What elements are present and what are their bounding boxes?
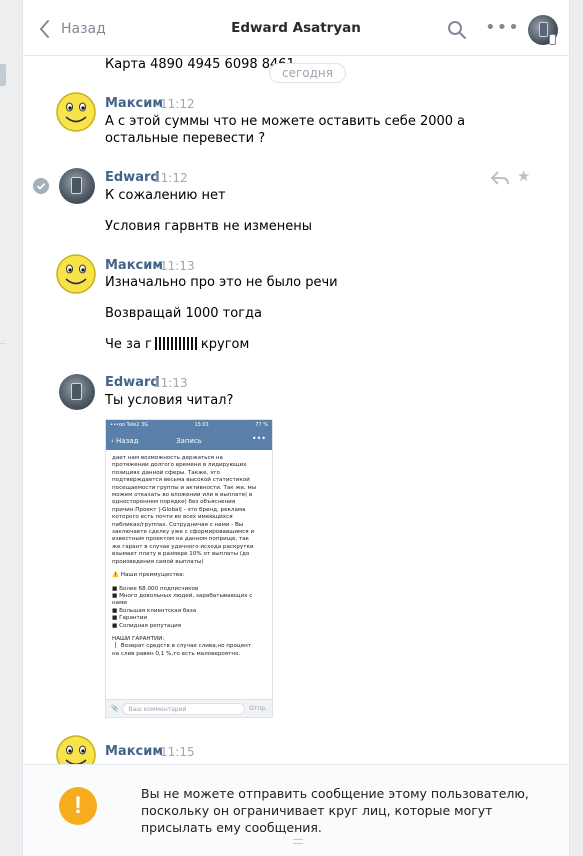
message-text: Возвращай 1000 тогда: [105, 306, 262, 321]
blocked-notice-text: Вы не можете отправить сообщение этому п…: [141, 786, 529, 835]
chat-header: Назад Edward Asatryan •••: [23, 0, 569, 56]
phone-send-label: Отпр.: [249, 705, 267, 712]
post-line: ■ Много довольных людей, зарабатывающих …: [112, 592, 253, 599]
message-text: остальные перевести ?: [105, 131, 266, 146]
post-line: же гарант в случае удачного исхода раскр…: [112, 543, 254, 550]
post-line: известным проектом на данном поприще, та…: [112, 536, 250, 543]
phone-comment-bar: 📎 Ваш комментарий Отпр.: [106, 699, 272, 717]
message-author[interactable]: Edward: [105, 375, 160, 390]
phone-back: ‹ Назад: [111, 436, 139, 445]
message-time[interactable]: 11:12: [160, 97, 195, 111]
message-time[interactable]: 11:13: [153, 376, 188, 390]
message-text-before: Че за г: [105, 337, 152, 352]
previous-message-text: Карта 4890 4945 6098 8461: [105, 57, 295, 72]
post-line: дает нам возможность держаться на: [112, 455, 223, 461]
composer-blocked-notice: ! Вы не можете отправить сообщение этому…: [23, 764, 569, 856]
post-line: ❗ Возврат средств в случае слива,но проц…: [112, 643, 252, 650]
paperclip-icon: 📎: [111, 705, 119, 712]
message-time[interactable]: 11:13: [160, 259, 195, 273]
post-line: ■ Гарантии: [112, 615, 148, 622]
status-battery: 77 %: [255, 422, 268, 428]
post-paragraph: дает нам возможность держаться на протяже…: [112, 455, 266, 566]
post-line: произведения самой выплаты): [112, 558, 204, 565]
post-line: взымает плату в размере 10% от выплаты (…: [112, 551, 250, 558]
resize-handle[interactable]: [293, 839, 303, 844]
message-text-after: кругом: [200, 337, 250, 352]
post-line: можем отказать во вложении или в выплате…: [112, 492, 253, 499]
post-line: на слив равен 0,1 %,то есть маловероятно…: [112, 650, 241, 657]
sidebar-scroll-marker: [0, 64, 6, 86]
date-divider: сегодня: [269, 63, 346, 83]
message-text: Условия гарвнтв не изменены: [105, 219, 313, 234]
post-line: пабликах/группах. Сотрудничая с нами - В…: [112, 521, 244, 528]
post-line: протяжении долгого времени в лидирующих: [112, 462, 247, 469]
status-time: 15:01: [194, 422, 209, 428]
post-line: посещаемости группы и активности. Так же…: [112, 484, 257, 491]
censor-bar: [154, 337, 197, 350]
phone-glyph: [71, 177, 82, 194]
user-avatar[interactable]: [59, 374, 95, 410]
phone-glyph: [71, 383, 82, 400]
more-options-icon[interactable]: •••: [485, 19, 520, 37]
post-line: заключаете сделку уже с сформировавшимся…: [112, 529, 255, 536]
censored-message-text: Че за г кругом: [105, 336, 249, 353]
post-line: нами: [112, 600, 127, 607]
message-text: Ты условия читал?: [105, 393, 234, 408]
smiley-avatar[interactable]: [55, 253, 97, 295]
warning-icon: !: [59, 787, 97, 825]
message-time[interactable]: 11:15: [160, 745, 195, 759]
phone-comment-input: Ваш комментарий: [122, 702, 246, 715]
checkmark-circle-icon[interactable]: [33, 178, 49, 194]
advantages-title: ⚠️ Наши преимущества:: [112, 572, 185, 579]
message-author[interactable]: Максим: [105, 96, 163, 111]
phone-glyph: [539, 22, 548, 37]
user-avatar[interactable]: [59, 168, 95, 204]
message-text: К сожалению нет: [105, 188, 226, 203]
status-carrier: •••oo Tele2 3G: [110, 422, 149, 428]
message-author[interactable]: Максим: [105, 258, 163, 273]
star-icon[interactable]: ★: [517, 167, 530, 185]
post-line: одностороннем порядке) без объяснения: [112, 499, 236, 506]
chat-panel: Назад Edward Asatryan ••• Карта 4890 494…: [22, 0, 570, 856]
post-line: которого есть почти во всех имеющихся: [112, 514, 233, 521]
phone-title: Запись: [176, 436, 202, 445]
phone-status-bar: •••oo Tele2 3G 15:01 77 %: [106, 420, 272, 431]
post-line: ■ Солидная репутация: [112, 622, 182, 629]
phone-post-body: дает нам возможность держаться на протяже…: [106, 450, 272, 689]
phone-nav-bar: ‹ Назад Запись •••: [106, 431, 272, 450]
message-author[interactable]: Максим: [105, 744, 163, 759]
message-author[interactable]: Edward: [105, 170, 160, 185]
guarantees-list: ❗ Возврат средств в случае слива,но проц…: [112, 643, 266, 658]
post-line: ■ Большая клиентская база: [112, 607, 197, 614]
advantages-list: ■ Более 68.000 подписчиков ■ Много доволь…: [112, 586, 266, 630]
image-attachment[interactable]: •••oo Tele2 3G 15:01 77 % ‹ Назад Запись…: [105, 419, 273, 718]
reply-icon[interactable]: [491, 171, 509, 185]
sidebar-divider: [0, 343, 6, 344]
message-time[interactable]: 11:12: [153, 171, 188, 185]
post-line: причин.Проект |-Global| - это бренд, рек…: [112, 506, 246, 513]
post-line: ■ Более 68.000 подписчиков: [112, 585, 199, 592]
search-icon[interactable]: [447, 20, 467, 40]
message-text: Изначально про это не было речи: [105, 275, 338, 290]
mobile-online-icon: [549, 34, 556, 45]
smiley-avatar[interactable]: [55, 91, 97, 133]
post-line: подтверждается весьма высокой статистико…: [112, 477, 250, 484]
message-text: А с этой суммы что не можете оставить се…: [105, 114, 466, 129]
phone-more-icon: •••: [251, 434, 266, 443]
